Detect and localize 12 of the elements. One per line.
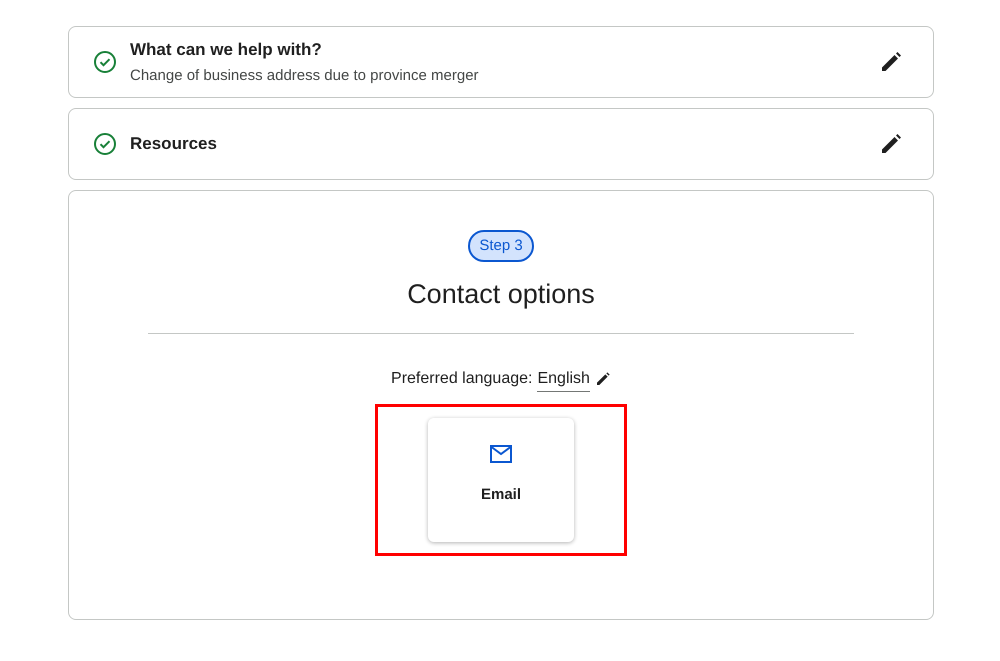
language-link[interactable]: English	[537, 366, 590, 392]
step-badge: Step 3	[468, 230, 534, 262]
edit-icon[interactable]	[879, 50, 903, 74]
edit-icon[interactable]	[879, 132, 903, 156]
language-label: Preferred language:	[391, 369, 532, 389]
contact-option-button[interactable]: Email	[428, 418, 574, 542]
step-title: What can we help with?	[130, 39, 323, 61]
step-summary: Change of business address due to province merger	[130, 66, 480, 86]
mail-icon	[489, 444, 513, 464]
edit-icon[interactable]	[594, 371, 611, 387]
section-heading: Contact options	[407, 278, 595, 311]
step-title: Resources	[130, 133, 218, 156]
